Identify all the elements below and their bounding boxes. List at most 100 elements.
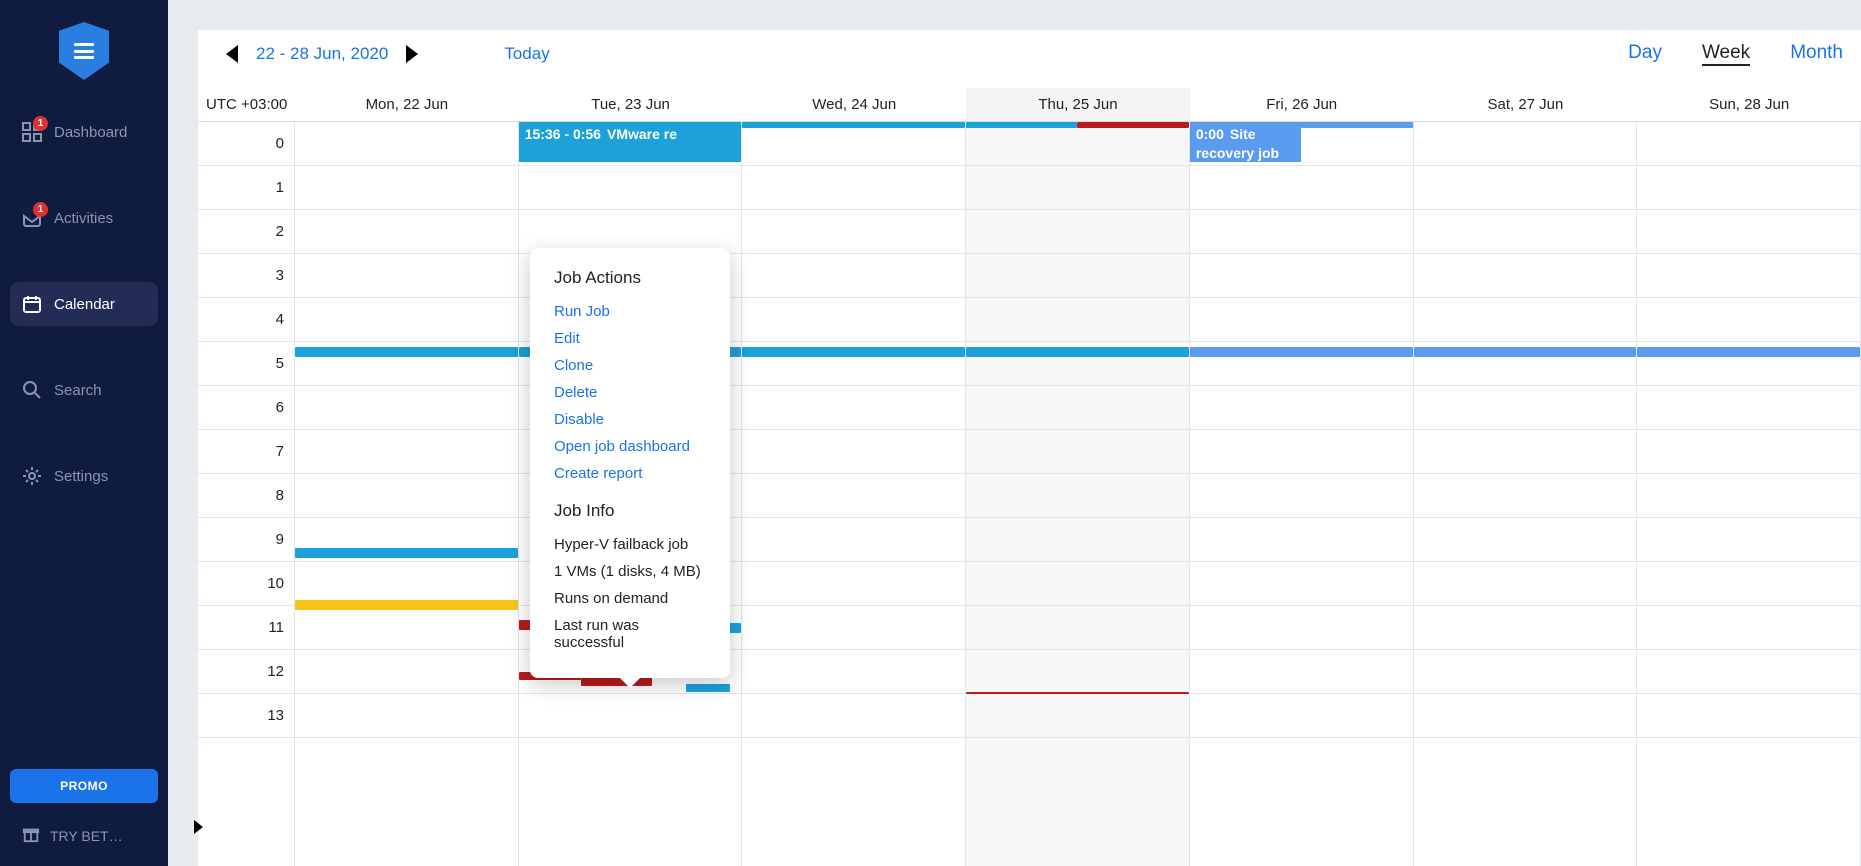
shield-icon bbox=[59, 22, 109, 80]
job-vms: 1 VMs (1 disks, 4 MB) bbox=[554, 558, 706, 585]
action-edit[interactable]: Edit bbox=[554, 325, 706, 352]
event-bar[interactable] bbox=[1414, 347, 1637, 357]
job-name: Hyper-V failback job bbox=[554, 531, 706, 558]
calendar-icon bbox=[22, 294, 42, 314]
action-run-job[interactable]: Run Job bbox=[554, 298, 706, 325]
popover-info-heading: Job Info bbox=[554, 501, 706, 521]
day-header: Sat, 27 Jun bbox=[1414, 88, 1638, 121]
promo-button[interactable]: PROMO bbox=[10, 769, 158, 803]
event-bar[interactable] bbox=[742, 122, 965, 128]
event-time: 15:36 - 0:56 bbox=[525, 126, 601, 142]
calendar-toolbar: 22 - 28 Jun, 2020 Today Day Week Month bbox=[198, 30, 1861, 76]
event-bar[interactable] bbox=[295, 600, 518, 610]
event-bar[interactable] bbox=[1190, 347, 1413, 357]
dashboard-badge: 1 bbox=[33, 116, 48, 131]
event-bar[interactable] bbox=[581, 678, 652, 686]
dashboard-icon: 1 bbox=[22, 122, 42, 142]
day-header: Mon, 22 Jun bbox=[295, 88, 519, 121]
prev-week-button[interactable] bbox=[226, 45, 238, 63]
day-col-fri[interactable]: 0:00Site recovery job bbox=[1190, 122, 1414, 866]
view-month[interactable]: Month bbox=[1790, 42, 1843, 66]
sidebar-item-dashboard[interactable]: 1 Dashboard bbox=[10, 110, 158, 154]
job-schedule: Runs on demand bbox=[554, 585, 706, 612]
sidebar-item-label: Search bbox=[54, 382, 102, 399]
gear-icon bbox=[22, 466, 42, 486]
action-open-dashboard[interactable]: Open job dashboard bbox=[554, 433, 706, 460]
sidebar: 1 Dashboard 1 Activities Calendar Search bbox=[0, 0, 168, 866]
hour-label: 0 bbox=[198, 122, 294, 166]
calendar-panel: 22 - 28 Jun, 2020 Today Day Week Month U… bbox=[198, 30, 1861, 866]
hour-label: 11 bbox=[198, 606, 294, 650]
job-last-run: Last run was successful bbox=[554, 612, 706, 656]
job-context-popover: Job Actions Run Job Edit Clone Delete Di… bbox=[530, 248, 730, 678]
action-disable[interactable]: Disable bbox=[554, 406, 706, 433]
next-week-button[interactable] bbox=[406, 45, 418, 63]
search-icon bbox=[22, 380, 42, 400]
event-bar[interactable] bbox=[1637, 347, 1860, 357]
hour-label: 3 bbox=[198, 254, 294, 298]
timezone-label: UTC +03:00 bbox=[198, 88, 295, 121]
day-header: Thu, 25 Jun bbox=[966, 88, 1190, 121]
sidebar-item-settings[interactable]: Settings bbox=[10, 454, 158, 498]
sidebar-item-activities[interactable]: 1 Activities bbox=[10, 196, 158, 240]
event-title: VMware re bbox=[607, 126, 677, 142]
hour-label: 7 bbox=[198, 430, 294, 474]
hour-label: 12 bbox=[198, 650, 294, 694]
hour-label: 2 bbox=[198, 210, 294, 254]
day-col-thu[interactable] bbox=[966, 122, 1190, 866]
sidebar-item-search[interactable]: Search bbox=[10, 368, 158, 412]
gift-icon bbox=[22, 825, 40, 846]
hour-label: 13 bbox=[198, 694, 294, 738]
current-time-line bbox=[966, 692, 1189, 694]
day-col-wed[interactable] bbox=[742, 122, 966, 866]
day-header: Sun, 28 Jun bbox=[1637, 88, 1861, 121]
hour-label: 8 bbox=[198, 474, 294, 518]
event-bar[interactable] bbox=[966, 122, 1077, 128]
sidebar-item-label: Activities bbox=[54, 210, 113, 227]
activities-badge: 1 bbox=[33, 202, 48, 217]
event-site-recovery[interactable]: 0:00Site recovery job bbox=[1190, 122, 1301, 162]
event-bar[interactable] bbox=[742, 347, 965, 357]
event-bar[interactable] bbox=[295, 347, 518, 357]
event-bar[interactable] bbox=[966, 347, 1189, 357]
event-time: 0:00 bbox=[1196, 126, 1224, 142]
event-bar[interactable] bbox=[1301, 122, 1412, 128]
day-header: Fri, 26 Jun bbox=[1190, 88, 1414, 121]
day-header: Tue, 23 Jun bbox=[519, 88, 743, 121]
sidebar-nav: 1 Dashboard 1 Activities Calendar Search bbox=[0, 110, 168, 540]
today-button[interactable]: Today bbox=[504, 44, 549, 64]
day-col-sat[interactable] bbox=[1414, 122, 1638, 866]
sidebar-item-calendar[interactable]: Calendar bbox=[10, 282, 158, 326]
hour-label: 5 bbox=[198, 342, 294, 386]
event-bar[interactable] bbox=[686, 684, 731, 692]
event-vmware[interactable]: 15:36 - 0:56 VMware re bbox=[519, 122, 742, 162]
view-switch: Day Week Month bbox=[1628, 42, 1843, 66]
day-header-row: UTC +03:00 Mon, 22 Jun Tue, 23 Jun Wed, … bbox=[198, 88, 1861, 122]
activities-icon: 1 bbox=[22, 208, 42, 228]
day-header: Wed, 24 Jun bbox=[742, 88, 966, 121]
sidebar-item-label: Calendar bbox=[54, 296, 115, 313]
hours-column: 0 1 2 3 4 5 6 7 8 9 10 11 12 13 bbox=[198, 122, 295, 866]
day-col-sun[interactable] bbox=[1637, 122, 1861, 866]
popover-actions-heading: Job Actions bbox=[554, 268, 706, 288]
action-delete[interactable]: Delete bbox=[554, 379, 706, 406]
hour-label: 6 bbox=[198, 386, 294, 430]
hour-label: 9 bbox=[198, 518, 294, 562]
hour-label: 10 bbox=[198, 562, 294, 606]
try-beta-label: TRY BET… bbox=[50, 828, 123, 844]
date-range: 22 - 28 Jun, 2020 bbox=[256, 44, 388, 64]
event-bar[interactable] bbox=[1077, 122, 1188, 128]
view-day[interactable]: Day bbox=[1628, 42, 1662, 66]
hour-label: 1 bbox=[198, 166, 294, 210]
action-clone[interactable]: Clone bbox=[554, 352, 706, 379]
event-bar[interactable] bbox=[295, 548, 518, 558]
logo bbox=[0, 0, 168, 110]
sidebar-item-label: Dashboard bbox=[54, 124, 127, 141]
calendar-grid: 0 1 2 3 4 5 6 7 8 9 10 11 12 13 bbox=[198, 122, 1861, 866]
try-beta-link[interactable]: TRY BET… bbox=[10, 819, 158, 852]
view-week[interactable]: Week bbox=[1702, 42, 1750, 66]
action-create-report[interactable]: Create report bbox=[554, 460, 706, 487]
hour-label: 4 bbox=[198, 298, 294, 342]
day-col-mon[interactable] bbox=[295, 122, 519, 866]
sidebar-item-label: Settings bbox=[54, 468, 108, 485]
